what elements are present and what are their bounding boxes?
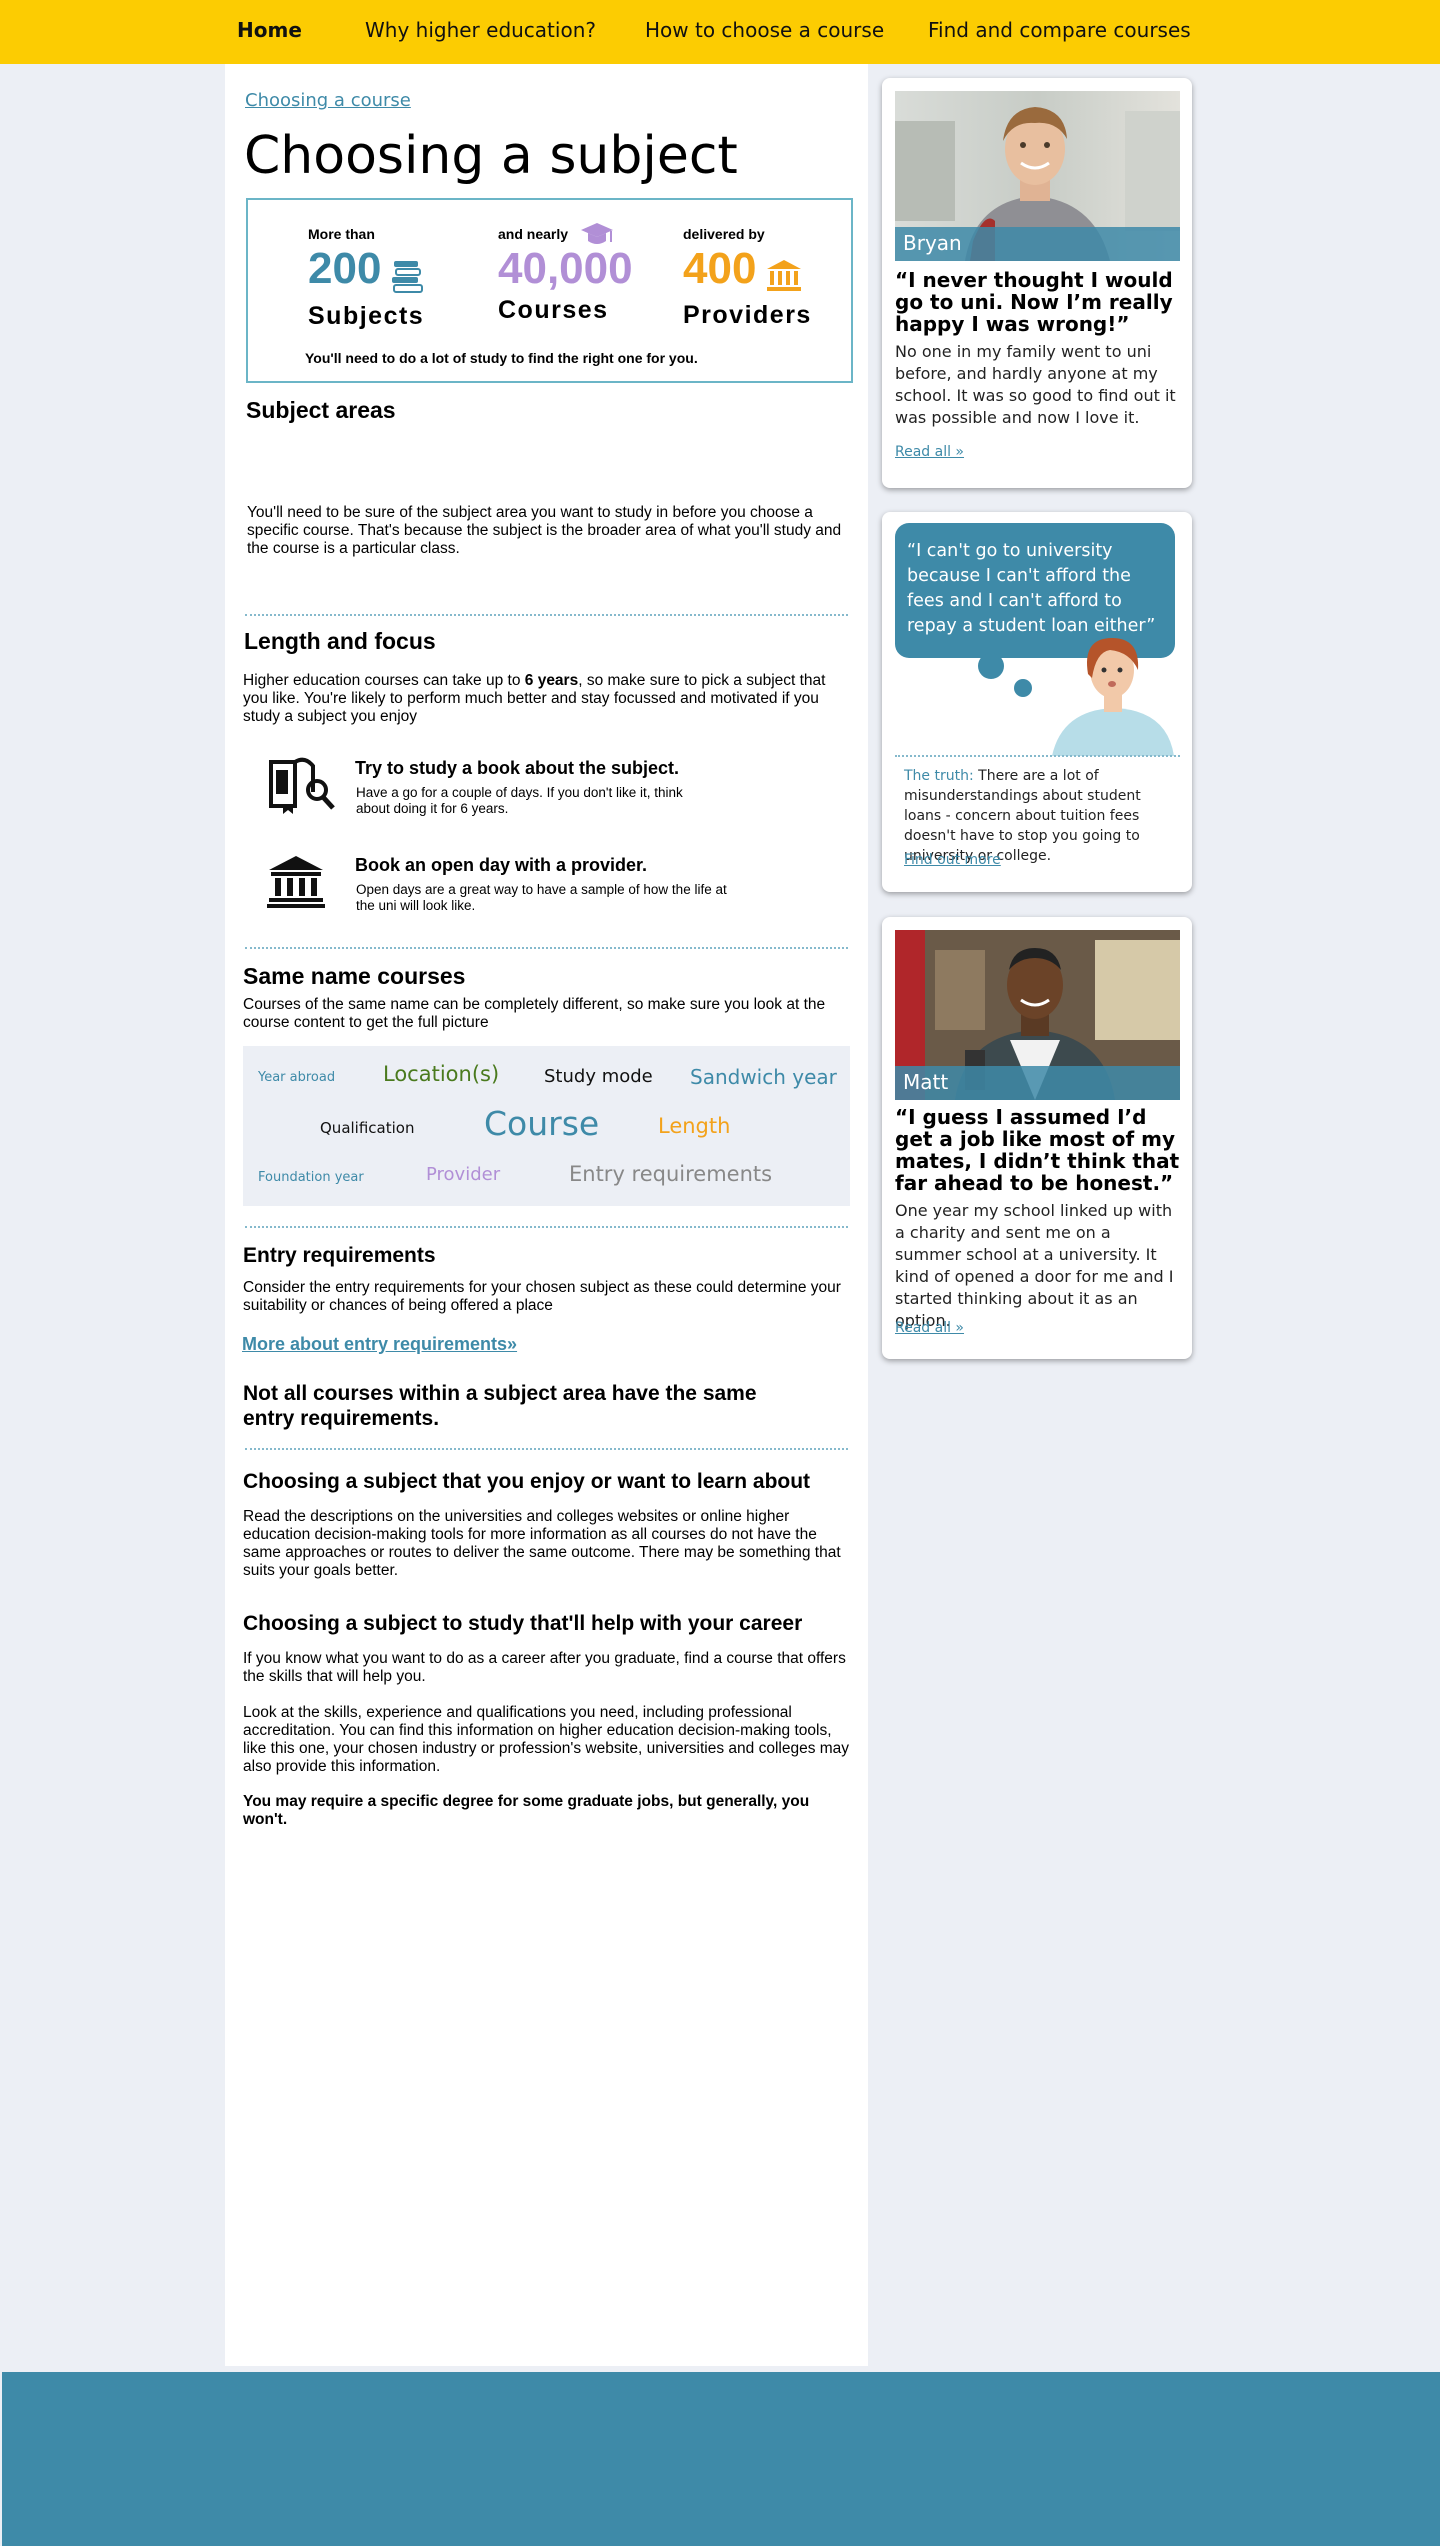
page-title: Choosing a subject bbox=[244, 126, 738, 186]
stat-label: Subjects bbox=[308, 302, 425, 331]
nav-home[interactable]: Home bbox=[237, 18, 302, 42]
tag-locations: Location(s) bbox=[383, 1062, 500, 1086]
section-divider bbox=[245, 1226, 848, 1228]
bryan-read-all-link[interactable]: Read all » bbox=[895, 444, 964, 460]
books-icon bbox=[390, 257, 424, 300]
thinking-woman-illustration bbox=[1052, 638, 1174, 756]
stat-label: Courses bbox=[498, 296, 609, 324]
entry-text: Consider the entry requirements for your… bbox=[243, 1279, 841, 1314]
book-magnifier-icon bbox=[265, 754, 337, 821]
entry-callout: Not all courses within a subject area ha… bbox=[243, 1382, 757, 1430]
stat-providers: delivered by 400 Providers bbox=[683, 226, 812, 330]
myth-truth: The truth: There are a lot of misunderst… bbox=[904, 768, 1141, 864]
tag-provider: Provider bbox=[426, 1164, 501, 1185]
tip-body: Open days are a great way to have a samp… bbox=[356, 882, 727, 913]
nav-why-higher-education[interactable]: Why higher education? bbox=[365, 18, 596, 42]
myth-divider bbox=[895, 755, 1180, 757]
matt-quote: “I guess I assumed I’d get a job like mo… bbox=[895, 1105, 1180, 1195]
institution-icon bbox=[765, 258, 803, 299]
career-text-3: You may require a specific degree for so… bbox=[243, 1793, 810, 1828]
stat-label: Providers bbox=[683, 301, 812, 330]
testimonial-card-matt: Matt “I guess I assumed I’d get a job li… bbox=[882, 917, 1192, 1359]
myth-find-out-more-link[interactable]: Find out more bbox=[904, 852, 1001, 868]
course-attributes-cloud: Year abroad Location(s) Study mode Sandw… bbox=[243, 1046, 850, 1206]
top-navigation: Home Why higher education? How to choose… bbox=[0, 0, 1440, 64]
stat-number: 400 bbox=[683, 244, 757, 293]
footer bbox=[2, 2372, 1440, 2546]
tip-body: Have a go for a couple of days. If you d… bbox=[356, 785, 683, 816]
length-focus-text: Higher education courses can take up to … bbox=[243, 672, 826, 725]
section-divider bbox=[245, 947, 848, 949]
matt-read-all-link[interactable]: Read all » bbox=[895, 1320, 964, 1336]
career-heading: Choosing a subject to study that'll help… bbox=[243, 1612, 803, 1635]
nav-how-to-choose[interactable]: How to choose a course bbox=[645, 18, 884, 42]
tag-course: Course bbox=[484, 1104, 600, 1143]
stats-note: You'll need to do a lot of study to find… bbox=[305, 350, 698, 366]
career-text-2: Look at the skills, experience and quali… bbox=[243, 1704, 850, 1775]
tip-title: Book an open day with a provider. bbox=[355, 855, 648, 875]
section-divider bbox=[245, 614, 848, 616]
institution-icon bbox=[265, 854, 327, 915]
same-name-text: Courses of the same name can be complete… bbox=[243, 996, 826, 1031]
tag-length: Length bbox=[658, 1114, 731, 1138]
subject-areas-text: You'll need to be sure of the subject ar… bbox=[247, 504, 842, 557]
matt-name: Matt bbox=[895, 1066, 1180, 1100]
main-content: Choosing a course Choosing a subject Mor… bbox=[225, 64, 868, 2366]
enjoy-text: Read the descriptions on the universitie… bbox=[243, 1508, 841, 1579]
stat-subjects: More than 200 Subjects bbox=[308, 226, 424, 331]
bryan-story: No one in my family went to uni before, … bbox=[895, 342, 1176, 427]
breadcrumb[interactable]: Choosing a course bbox=[245, 90, 411, 111]
stat-courses: and nearly 40,000 Courses bbox=[498, 223, 633, 325]
same-name-heading: Same name courses bbox=[243, 963, 466, 989]
stat-pre: More than bbox=[308, 226, 375, 242]
tag-year-abroad: Year abroad bbox=[258, 1070, 336, 1085]
matt-story: One year my school linked up with a char… bbox=[895, 1201, 1174, 1330]
entry-heading: Entry requirements bbox=[243, 1244, 436, 1267]
subject-areas-heading: Subject areas bbox=[246, 397, 396, 423]
graduation-cap-icon bbox=[580, 220, 614, 255]
thought-bubbles-icon bbox=[978, 653, 1032, 697]
stats-box: More than 200 Subjects and nearly 40,000… bbox=[246, 198, 853, 383]
matt-photo: Matt bbox=[895, 930, 1180, 1100]
entry-requirements-link[interactable]: More about entry requirements» bbox=[242, 1334, 517, 1355]
testimonial-card-bryan: Bryan “I never thought I would go to uni… bbox=[882, 78, 1192, 488]
length-focus-heading: Length and focus bbox=[244, 628, 436, 654]
tip-title: Try to study a book about the subject. bbox=[355, 758, 680, 778]
stat-pre: delivered by bbox=[683, 226, 765, 242]
bryan-name: Bryan bbox=[895, 227, 1180, 261]
myth-card: “I can't go to university because I can'… bbox=[882, 512, 1192, 892]
career-text-1: If you know what you want to do as a car… bbox=[243, 1650, 846, 1685]
bryan-quote: “I never thought I would go to uni. Now … bbox=[895, 268, 1173, 336]
nav-find-compare[interactable]: Find and compare courses bbox=[928, 18, 1191, 42]
tag-entry-requirements: Entry requirements bbox=[569, 1162, 773, 1186]
bryan-photo: Bryan bbox=[895, 91, 1180, 261]
tag-foundation-year: Foundation year bbox=[258, 1170, 364, 1185]
section-divider bbox=[245, 1448, 848, 1450]
tag-qualification: Qualification bbox=[320, 1119, 415, 1137]
enjoy-heading: Choosing a subject that you enjoy or wan… bbox=[243, 1470, 811, 1493]
tag-study-mode: Study mode bbox=[544, 1066, 653, 1087]
stat-number: 200 bbox=[308, 244, 382, 293]
tag-sandwich-year: Sandwich year bbox=[690, 1065, 837, 1089]
